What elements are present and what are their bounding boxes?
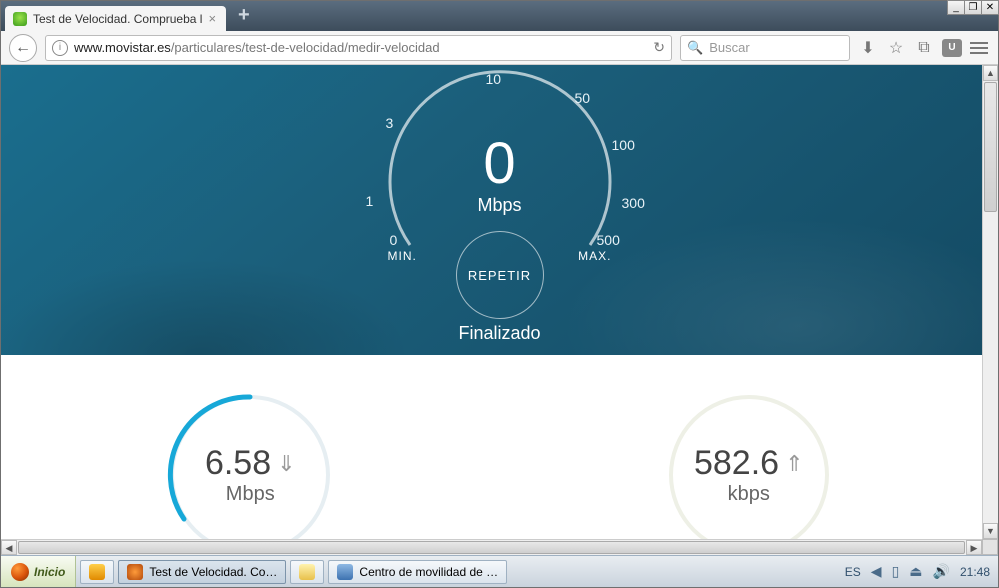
- window-restore-button[interactable]: ❐: [964, 0, 982, 15]
- tab-title: Test de Velocidad. Comprueba l: [33, 12, 202, 26]
- window-minimize-button[interactable]: _: [947, 0, 965, 15]
- scroll-up-button[interactable]: ▲: [983, 65, 998, 81]
- upload-result: 582.6 ⇑ kbps: [659, 385, 839, 555]
- download-arrow-icon: ⇓: [277, 451, 295, 477]
- scroll-corner: [982, 539, 998, 555]
- taskbar-item-firefox[interactable]: Test de Velocidad. Co…: [118, 560, 286, 584]
- search-icon: 🔍: [687, 40, 703, 56]
- gauge-tick-500: 500: [597, 232, 620, 248]
- scroll-left-button[interactable]: ◀: [1, 540, 17, 555]
- clock[interactable]: 21:48: [960, 565, 990, 579]
- adblock-shield-icon[interactable]: U: [942, 39, 962, 57]
- results-row: 6.58 ⇓ Mbps 582.6 ⇑ kbps: [1, 385, 998, 555]
- bookmark-icon[interactable]: ☆: [886, 38, 906, 58]
- start-orb-icon: [11, 563, 29, 581]
- taskbar-item-label: Centro de movilidad de …: [359, 565, 498, 579]
- library-icon[interactable]: ⧉: [914, 39, 934, 57]
- back-button[interactable]: ←: [9, 34, 37, 62]
- scroll-thumb-v[interactable]: [984, 82, 997, 212]
- reload-icon[interactable]: ↻: [653, 39, 665, 56]
- firefox-icon: [127, 564, 143, 580]
- gauge-min-label: MIN.: [388, 249, 417, 263]
- gauge-tick-0: 0: [390, 232, 398, 248]
- battery-icon[interactable]: ▯: [892, 563, 900, 580]
- gauge-unit: Mbps: [350, 195, 650, 216]
- new-tab-button[interactable]: +: [232, 4, 256, 31]
- taskbar-item-mobility[interactable]: Centro de movilidad de …: [328, 560, 507, 584]
- volume-icon[interactable]: 🔊: [933, 563, 950, 580]
- folder-icon: [299, 564, 315, 580]
- search-bar[interactable]: 🔍 Buscar: [680, 35, 850, 61]
- upload-unit: kbps: [728, 483, 770, 506]
- scroll-thumb-h[interactable]: [18, 541, 965, 554]
- start-label: Inicio: [34, 565, 65, 579]
- taskbar: Inicio Test de Velocidad. Co… Centro de …: [1, 555, 998, 587]
- gauge-value: 0: [350, 135, 650, 193]
- browser-tab-active[interactable]: Test de Velocidad. Comprueba l ×: [5, 6, 226, 31]
- taskbar-item-folder[interactable]: [290, 560, 324, 584]
- tray-expand-icon[interactable]: ◀: [871, 563, 882, 580]
- eject-icon[interactable]: ⏏: [909, 563, 922, 580]
- vertical-scrollbar[interactable]: ▲ ▼: [982, 65, 998, 539]
- language-indicator[interactable]: ES: [845, 565, 861, 579]
- horizontal-scrollbar[interactable]: ◀ ▶: [1, 539, 982, 555]
- download-value: 6.58: [205, 444, 271, 483]
- status-text: Finalizado: [1, 323, 998, 344]
- search-placeholder: Buscar: [709, 40, 749, 55]
- scroll-down-button[interactable]: ▼: [983, 523, 998, 539]
- scroll-right-button[interactable]: ▶: [966, 540, 982, 555]
- gauge-tick-3: 3: [386, 115, 394, 131]
- gauge-max-label: MAX.: [578, 249, 611, 263]
- taskbar-item-label: Test de Velocidad. Co…: [149, 565, 277, 579]
- repeat-button[interactable]: REPETIR: [456, 231, 544, 319]
- system-tray: ES ◀ ▯ ⏏ 🔊 21:48: [837, 563, 998, 580]
- tab-close-icon[interactable]: ×: [208, 11, 216, 26]
- gauge-tick-50: 50: [575, 90, 591, 106]
- downloads-icon[interactable]: ⬇: [858, 38, 878, 58]
- movistar-favicon-icon: [13, 12, 27, 26]
- url-path: /particulares/test-de-velocidad/medir-ve…: [171, 40, 440, 55]
- start-button[interactable]: Inicio: [1, 556, 76, 587]
- site-info-icon[interactable]: i: [52, 40, 68, 56]
- upload-arrow-icon: ⇑: [785, 451, 803, 477]
- media-player-icon: [89, 564, 105, 580]
- menu-button[interactable]: [970, 42, 990, 54]
- speed-gauge: 0 1 3 10 50 100 300 500 0 Mbps MIN. MAX.…: [350, 65, 650, 300]
- navigation-bar: ← i www.movistar.es/particulares/test-de…: [1, 31, 998, 65]
- window-controls: _ ❐ ✕: [948, 0, 999, 16]
- mobility-center-icon: [337, 564, 353, 580]
- quicklaunch-button[interactable]: [80, 560, 114, 584]
- speedtest-hero: 0 1 3 10 50 100 300 500 0 Mbps MIN. MAX.…: [1, 65, 998, 355]
- gauge-tick-10: 10: [486, 71, 502, 87]
- url-bar[interactable]: i www.movistar.es/particulares/test-de-v…: [45, 35, 672, 61]
- download-result: 6.58 ⇓ Mbps: [160, 385, 340, 555]
- page-content: 0 1 3 10 50 100 300 500 0 Mbps MIN. MAX.…: [1, 65, 998, 555]
- tab-strip: Test de Velocidad. Comprueba l × +: [1, 1, 998, 31]
- window-close-button[interactable]: ✕: [981, 0, 999, 15]
- url-host: www.movistar.es: [74, 40, 171, 55]
- upload-value: 582.6: [694, 444, 779, 483]
- download-unit: Mbps: [226, 483, 275, 506]
